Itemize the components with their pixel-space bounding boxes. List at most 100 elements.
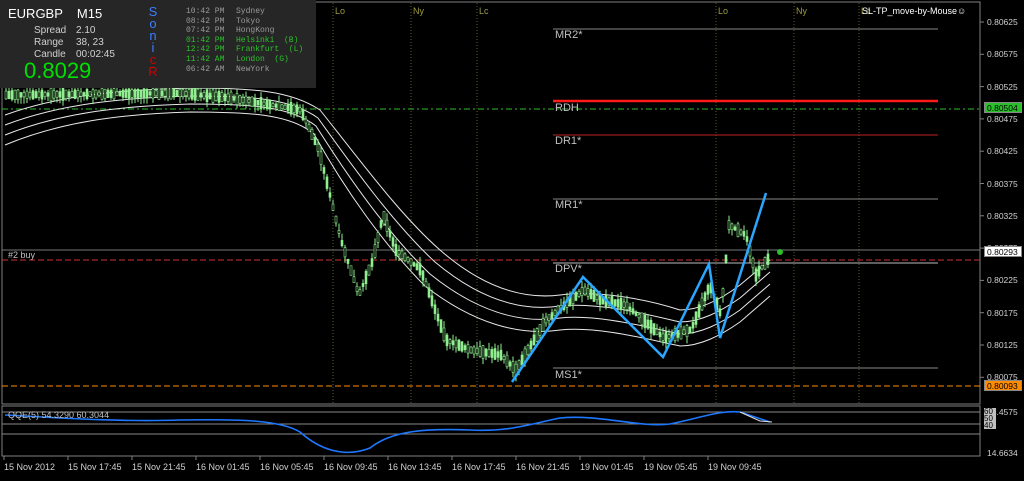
qqe-axis-bottom: 14.6634 xyxy=(987,448,1018,458)
session-row: 08:42 PM Tokyo xyxy=(186,17,303,27)
candle-body xyxy=(217,90,221,103)
candle-body xyxy=(754,268,758,282)
candle-body xyxy=(148,91,152,96)
candle-body xyxy=(451,340,455,346)
candle-body xyxy=(373,244,377,258)
candle-body xyxy=(250,96,254,107)
timeframe: M15 xyxy=(76,6,103,21)
candle-body xyxy=(145,89,149,98)
candle-body xyxy=(643,314,647,329)
candle-body xyxy=(187,89,191,99)
candle-body xyxy=(385,219,389,232)
candle-body xyxy=(634,311,638,316)
candle-body xyxy=(445,334,449,347)
session-row: 06:42 AM NewYork xyxy=(186,65,303,75)
candle-body xyxy=(277,101,281,111)
candle-body xyxy=(460,341,464,352)
candle-body xyxy=(661,333,665,341)
candle-body xyxy=(592,289,596,302)
session-row: 01:42 PM Helsinki (B) xyxy=(186,36,303,46)
candle-body xyxy=(532,334,536,346)
candle-body xyxy=(517,360,521,370)
session-city: Tokyo xyxy=(236,16,261,26)
candle-body xyxy=(22,92,26,98)
candle-body xyxy=(310,129,314,140)
candle-body xyxy=(322,167,326,174)
candle-body xyxy=(637,314,641,319)
candle-body xyxy=(472,346,476,355)
candle-body xyxy=(199,92,203,98)
candle-body xyxy=(256,99,260,106)
level-dr1: DR1* xyxy=(555,135,582,147)
session-marker-label: Ny xyxy=(796,6,807,16)
candle-body xyxy=(760,264,764,270)
current-price-dot xyxy=(777,249,783,255)
candle-body xyxy=(523,348,527,362)
candle-body xyxy=(97,91,101,97)
candle-body xyxy=(394,244,398,256)
session-row: 07:42 PM HongKong xyxy=(186,26,303,36)
candle-body xyxy=(4,90,8,100)
candle-body xyxy=(91,89,95,99)
candle-body xyxy=(370,258,374,267)
candle-body xyxy=(535,328,539,342)
candle-body xyxy=(439,319,443,333)
session-time: 06:42 AM xyxy=(186,64,225,74)
price-axis-label: 0.80475 xyxy=(987,113,1018,124)
session-lines xyxy=(332,3,860,403)
candle-body xyxy=(646,319,650,329)
candle-body xyxy=(43,92,47,98)
candle-body xyxy=(133,89,137,98)
session-city: HongKong xyxy=(236,26,275,36)
candle-body xyxy=(418,263,422,276)
price-axis-label: 0.80575 xyxy=(987,49,1018,60)
candle-body xyxy=(238,95,242,104)
candle-body xyxy=(196,88,200,101)
candle-body xyxy=(463,345,467,350)
order-buy-label[interactable]: #2 buy xyxy=(8,250,35,260)
session-marker-label: Lc xyxy=(479,6,489,16)
candle-body xyxy=(640,312,644,326)
candle-body xyxy=(421,270,425,281)
candle-body xyxy=(577,291,581,297)
level-mr2: MR2* xyxy=(555,29,583,41)
candle-body xyxy=(484,348,488,357)
spread-value: 2.10 xyxy=(76,25,96,36)
candle-body xyxy=(121,89,125,98)
info-panel: EURGBP M15 Spread 2.10 Range 38, 23 Candl… xyxy=(0,0,316,88)
price-axis-label: 0.80625 xyxy=(987,17,1018,27)
candle-body xyxy=(298,107,302,113)
qqe-level-tags: 60 50 40 xyxy=(984,408,996,430)
candle-body xyxy=(112,88,116,100)
candle-body xyxy=(232,96,236,101)
candle-body xyxy=(61,87,65,101)
candle-body xyxy=(700,297,704,311)
candle-body xyxy=(751,257,755,269)
session-city: Sydney xyxy=(236,7,265,16)
candle-body xyxy=(757,265,761,277)
candle-body xyxy=(688,327,692,334)
candle-body xyxy=(349,265,353,276)
candle-body xyxy=(28,92,32,98)
candle-body xyxy=(259,97,263,110)
candle-body xyxy=(166,87,170,100)
candle-body xyxy=(508,361,512,367)
candle-body xyxy=(430,295,434,307)
candle-body xyxy=(589,289,593,300)
candle-body xyxy=(229,91,233,105)
price-axis-label: 0.80125 xyxy=(987,340,1018,350)
candle-body xyxy=(631,308,635,314)
candle-body xyxy=(244,95,248,106)
candle-body xyxy=(406,257,410,263)
candle-body xyxy=(205,89,209,103)
time-axis-label: 16 Nov 01:45 xyxy=(196,462,250,472)
candle-body xyxy=(676,329,680,338)
candle-body xyxy=(553,309,557,316)
candle-body xyxy=(127,88,131,99)
range-value: 38, 23 xyxy=(76,37,104,48)
candle-body xyxy=(427,287,431,298)
candle-body xyxy=(37,91,41,98)
candle-body xyxy=(154,90,158,97)
candle-body xyxy=(454,339,458,349)
candle-body xyxy=(235,93,239,105)
